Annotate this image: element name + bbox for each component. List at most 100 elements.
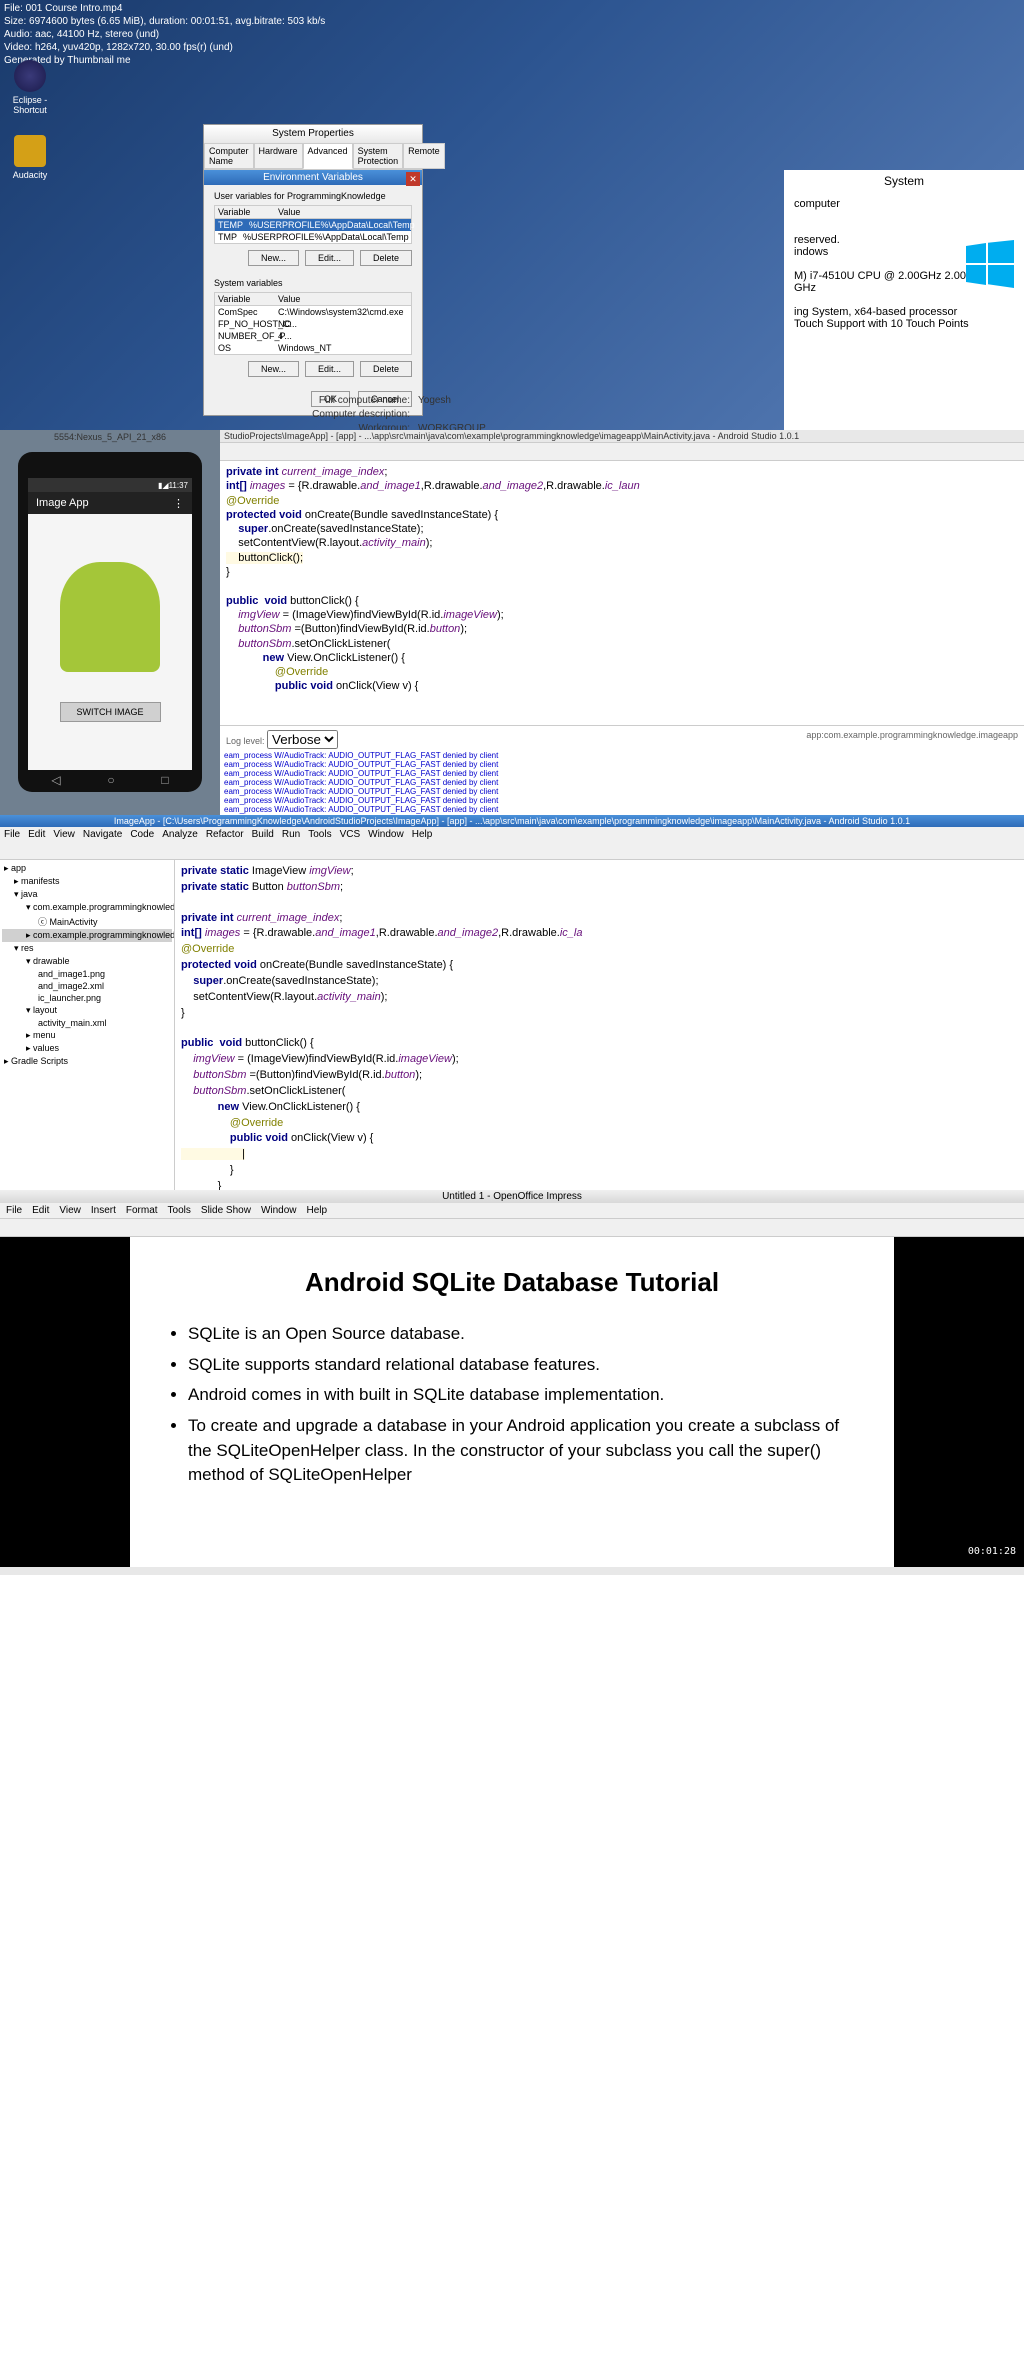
menu-file[interactable]: File [6,1205,22,1216]
delete-button[interactable]: Delete [360,250,412,266]
menu-tools[interactable]: Tools [308,829,331,840]
tree-image2[interactable]: and_image2.xml [2,980,172,992]
new-button[interactable]: New... [248,361,299,377]
menu-code[interactable]: Code [130,829,154,840]
tabs-row: Computer Name Hardware Advanced System P… [204,143,422,170]
close-icon[interactable]: ✕ [406,172,420,186]
menu-view[interactable]: View [59,1205,81,1216]
new-button[interactable]: New... [248,250,299,266]
desktop-icons: Eclipse - Shortcut Audacity [10,60,50,200]
tree-values[interactable]: ▸ values [2,1042,172,1055]
phone-nav-bar: ◁ ○ □ [28,772,192,788]
menu-build[interactable]: Build [252,829,274,840]
system-properties-dialog: System Properties Computer Name Hardware… [203,124,423,416]
tab-advanced[interactable]: Advanced [303,143,353,169]
as-toolbar[interactable] [0,842,1024,860]
signal-icon: ▮◢ [158,481,169,490]
as-toolbar[interactable] [220,443,1024,461]
as-main: ▸ app ▸ manifests ▾ java ▾ com.example.p… [0,860,1024,1190]
menu-vcs[interactable]: VCS [340,829,361,840]
menu-edit[interactable]: Edit [28,829,45,840]
menu-analyze[interactable]: Analyze [162,829,198,840]
table-row[interactable]: ComSpecC:\Windows\system32\cmd.exe [215,306,411,318]
cell-var: OS [215,342,275,354]
tab-computer-name[interactable]: Computer Name [204,143,254,169]
recents-icon[interactable]: □ [161,773,168,787]
tree-mainactivity[interactable]: ⓒ MainActivity [2,914,172,929]
file-line: File: 001 Course Intro.mp4 [4,2,1020,15]
menu-tools[interactable]: Tools [168,1205,191,1216]
eclipse-shortcut[interactable]: Eclipse - Shortcut [10,60,50,115]
menu-view[interactable]: View [53,829,75,840]
menu-window[interactable]: Window [261,1205,297,1216]
tab-remote[interactable]: Remote [403,143,445,169]
menu-window[interactable]: Window [368,829,404,840]
video-metadata: File: 001 Course Intro.mp4 Size: 6974600… [0,0,1024,69]
tree-layout[interactable]: ▾ layout [2,1004,172,1017]
cell-val: %USERPROFILE%\AppData\Local\Temp [246,219,418,231]
partial-text: computer [794,198,1014,210]
logcat-panel: Log level: Verbose app:com.example.progr… [220,725,1024,815]
android-robot-icon [60,562,160,672]
tree-menu[interactable]: ▸ menu [2,1029,172,1042]
eclipse-label: Eclipse - Shortcut [10,95,50,115]
tree-launcher[interactable]: ic_launcher.png [2,992,172,1004]
project-tree[interactable]: ▸ app ▸ manifests ▾ java ▾ com.example.p… [0,860,175,1190]
delete-button[interactable]: Delete [360,361,412,377]
as-titlebar: StudioProjects\ImageApp] - [app] - ...\a… [220,430,1024,443]
cell-val: C:\Windows\system32\cmd.exe [275,306,411,318]
tree-activity-main[interactable]: activity_main.xml [2,1017,172,1029]
table-row[interactable]: TEMP %USERPROFILE%\AppData\Local\Temp [215,219,411,231]
menu-edit[interactable]: Edit [32,1205,49,1216]
edit-button[interactable]: Edit... [305,361,354,377]
tree-java[interactable]: ▾ java [2,888,172,901]
home-icon[interactable]: ○ [107,773,114,787]
tree-gradle[interactable]: ▸ Gradle Scripts [2,1055,172,1068]
menu-help[interactable]: Help [412,829,433,840]
table-row[interactable]: FP_NO_HOST_C...NO [215,318,411,330]
table-row[interactable]: OSWindows_NT [215,342,411,354]
oo-toolbar[interactable] [0,1219,1024,1237]
back-icon[interactable]: ◁ [51,773,60,787]
tree-app[interactable]: ▸ app [2,862,172,875]
log-level-select[interactable]: Verbose [267,730,338,749]
menu-run[interactable]: Run [282,829,300,840]
log-lines: eam_process W/AudioTrack: AUDIO_OUTPUT_F… [224,751,1020,815]
audio-line: Audio: aac, 44100 Hz, stereo (und) [4,28,1020,41]
bullet-3: Android comes in with built in SQLite da… [188,1383,864,1408]
col-variable: Variable [215,293,275,305]
tree-package[interactable]: ▾ com.example.programmingknowledge.image… [2,901,172,914]
tree-res[interactable]: ▾ res [2,942,172,955]
dialog-title: System Properties [272,128,354,139]
menu-help[interactable]: Help [307,1205,328,1216]
menu-file[interactable]: File [4,829,20,840]
overflow-icon[interactable]: ⋮ [173,497,184,510]
code-editor[interactable]: private static ImageView imgView; privat… [175,860,1024,1190]
slide-content[interactable]: Android SQLite Database Tutorial SQLite … [130,1237,894,1567]
system-panel: System computer reserved. indows M) i7-4… [784,170,1024,430]
menu-format[interactable]: Format [126,1205,158,1216]
cell-var: TEMP [215,219,246,231]
sys-vars-buttons: New... Edit... Delete [214,361,412,377]
tab-hardware[interactable]: Hardware [254,143,303,169]
menu-insert[interactable]: Insert [91,1205,116,1216]
slide-bullets: SQLite is an Open Source database. SQLit… [160,1322,864,1488]
phone-frame: ▮◢ 11:37 Image App ⋮ SWITCH IMAGE ◁ ○ □ [18,452,202,792]
tree-package-test[interactable]: ▸ com.example.programmingknowledge.image… [2,929,172,942]
tab-system-protection[interactable]: System Protection [353,143,404,169]
edit-button[interactable]: Edit... [305,250,354,266]
code-area[interactable]: private int current_image_index; int[] i… [220,461,1024,698]
menu-navigate[interactable]: Navigate [83,829,122,840]
tree-drawable[interactable]: ▾ drawable [2,955,172,968]
log-pkg: app:com.example.programmingknowledge.ima… [806,730,1018,749]
audacity-shortcut[interactable]: Audacity [10,135,50,180]
table-row[interactable]: NUMBER_OF_P...4 [215,330,411,342]
table-row[interactable]: TMP %USERPROFILE%\AppData\Local\Temp [215,231,411,243]
tree-image1[interactable]: and_image1.png [2,968,172,980]
slide-margin-left [0,1237,130,1567]
menu-slideshow[interactable]: Slide Show [201,1205,251,1216]
tree-manifests[interactable]: ▸ manifests [2,875,172,888]
menu-refactor[interactable]: Refactor [206,829,244,840]
full-name-value: Yogesh [418,395,451,406]
switch-image-button[interactable]: SWITCH IMAGE [60,702,161,722]
